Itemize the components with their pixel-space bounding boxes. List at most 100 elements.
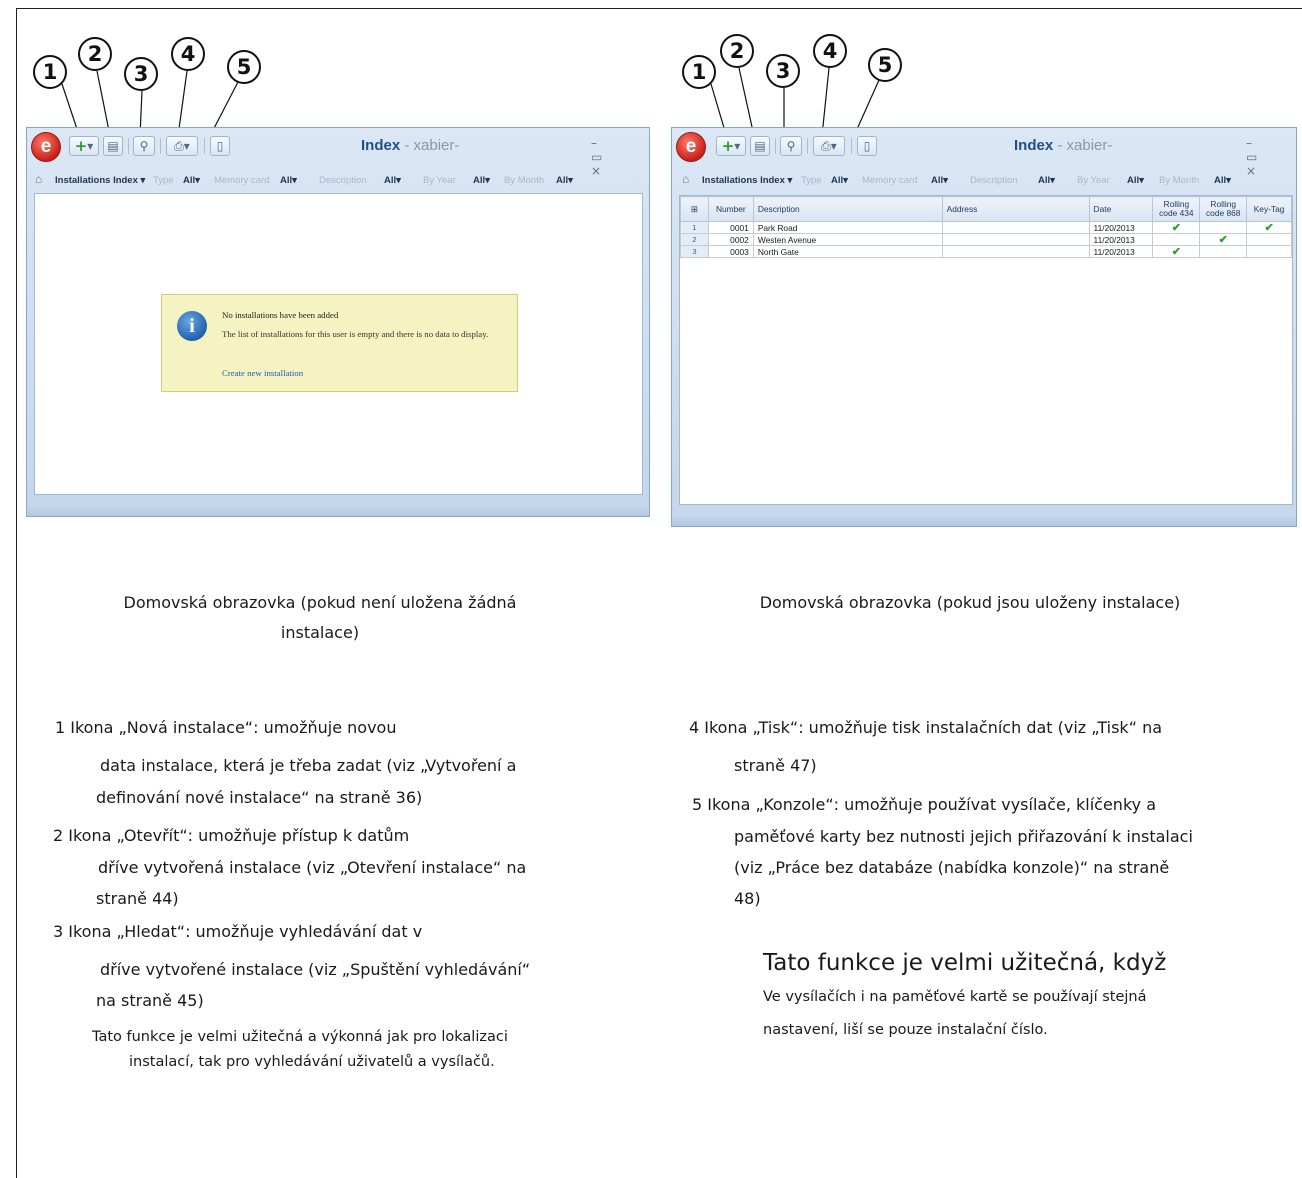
search-button[interactable]: ⚲ — [133, 136, 155, 156]
search-note-line-2: instalací, tak pro vyhledávání uživatelů… — [129, 1054, 495, 1070]
check-icon: ✔ — [1171, 221, 1181, 234]
check-icon: ✔ — [1218, 233, 1228, 246]
filter-by-month-all[interactable]: All▾ — [1214, 175, 1231, 186]
caption-line: Domovská obrazovka (pokud není uložena ž… — [123, 593, 517, 612]
console-note-line-1: Ve vysílačích i na paměťové kartě se pou… — [763, 989, 1147, 1005]
filter-description-label: Description — [970, 175, 1018, 186]
item-2-line-1: 2 Ikona „Otevřít“: umožňuje přístup k da… — [53, 826, 410, 845]
search-button[interactable]: ⚲ — [780, 136, 802, 156]
item-3-line-3: na straně 45) — [96, 991, 204, 1010]
app-window-empty: e + ▾ ▤ ⚲ ⎙ ▾ ▯ Index - xabier- – ▭ × ⌂ In… — [26, 127, 650, 517]
item-1-line-3: definování nové instalace“ na straně 36) — [96, 788, 423, 807]
item-1-line-2: data instalace, která je třeba zadat (vi… — [100, 756, 517, 775]
filter-bar: ⌂ Installations Index ▾ Type All▾ Memory… — [672, 172, 1296, 190]
caption-line: Domovská obrazovka (pokud jsou uloženy i… — [759, 593, 1181, 612]
column-header-key-tag[interactable]: Key-Tag — [1246, 196, 1292, 222]
item-2-line-3: straně 44) — [96, 889, 179, 908]
print-button[interactable]: ⎙ ▾ — [813, 136, 845, 156]
new-installation-button[interactable]: + ▾ — [69, 136, 99, 156]
item-5-line-2: paměťové karty bez nutnosti jejich přiřa… — [734, 827, 1193, 846]
app-logo-icon[interactable]: e — [31, 132, 61, 162]
info-icon: i — [177, 311, 207, 341]
console-icon: ▯ — [863, 139, 871, 153]
key-tag-cell — [1246, 245, 1292, 258]
home-icon[interactable]: ⌂ — [682, 172, 689, 186]
home-icon[interactable]: ⌂ — [35, 172, 42, 186]
rolling-code-434-cell: ✔ — [1152, 245, 1201, 258]
new-installation-button[interactable]: + ▾ — [716, 136, 746, 156]
filter-type-all[interactable]: All▾ — [831, 175, 848, 186]
title-bar: e + ▾ ▤ ⚲ ⎙ ▾ ▯ Index - xabier- – ▭ × — [672, 128, 1296, 178]
callout-2: 2 — [78, 37, 112, 71]
filter-memory-card-all[interactable]: All▾ — [280, 175, 297, 186]
key-tag-cell: ✔ — [1246, 221, 1292, 234]
open-icon: ▤ — [754, 139, 766, 153]
filter-by-year-label: By Year — [423, 175, 456, 186]
filter-memory-card-all[interactable]: All▾ — [931, 175, 948, 186]
toolbar-separator — [128, 138, 129, 154]
filter-description-all[interactable]: All▾ — [1038, 175, 1055, 186]
app-window-installations: e + ▾ ▤ ⚲ ⎙ ▾ ▯ Index - xabier- – ▭ × ⌂ In… — [671, 127, 1297, 527]
empty-state-notice: i No installations have been added The l… — [161, 294, 518, 392]
rolling-code-434-cell — [1152, 233, 1201, 246]
description-cell: Park Road — [752, 221, 943, 234]
open-button[interactable]: ▤ — [103, 136, 123, 156]
callout-1: 1 — [33, 55, 67, 89]
table-row[interactable]: 2 0002 Westen Avenue 11/20/2013 ✔ — [680, 233, 1292, 246]
create-installation-link[interactable]: Create new installation — [222, 368, 303, 378]
status-bar — [672, 514, 1296, 526]
window-title: Index - xabier- — [361, 137, 460, 154]
column-header-date[interactable]: Date — [1088, 196, 1154, 222]
table-row[interactable]: 3 0003 North Gate 11/20/2013 ✔ — [680, 245, 1292, 258]
content-area: ⊞ Number Description Address Date Rollin… — [679, 195, 1293, 505]
filter-memory-card-label: Memory card — [214, 175, 270, 186]
number-cell: 0001 — [707, 221, 754, 234]
rolling-code-434-cell: ✔ — [1152, 221, 1201, 234]
column-header-rolling-code-434[interactable]: Rolling code 434 — [1152, 196, 1201, 222]
item-1-line-1: 1 Ikona „Nová instalace“: umožňuje novou — [55, 718, 397, 737]
console-button[interactable]: ▯ — [857, 136, 877, 156]
number-cell: 0003 — [707, 245, 754, 258]
date-cell: 11/20/2013 — [1088, 245, 1154, 258]
check-icon: ✔ — [1171, 245, 1181, 258]
print-button[interactable]: ⎙ ▾ — [166, 136, 198, 156]
filter-by-month-label: By Month — [1159, 175, 1200, 186]
filter-by-month-label: By Month — [504, 175, 545, 186]
filter-type-label: Type — [153, 175, 174, 186]
filter-by-month-all[interactable]: All▾ — [556, 175, 573, 186]
app-logo-icon[interactable]: e — [676, 132, 706, 162]
filter-description-all[interactable]: All▾ — [384, 175, 401, 186]
open-button[interactable]: ▤ — [750, 136, 770, 156]
console-heading: Tato funkce je velmi užitečná, když — [763, 950, 1167, 976]
item-4-line-2: straně 47) — [734, 756, 817, 775]
console-icon: ▯ — [216, 139, 224, 153]
item-5-line-1: 5 Ikona „Konzole“: umožňuje používat vys… — [692, 795, 1156, 814]
print-icon: ⎙ — [821, 138, 831, 153]
installations-index-dropdown[interactable]: Installations Index ▾ — [702, 175, 792, 186]
column-selector-icon[interactable]: ⊞ — [680, 196, 709, 222]
row-index: 3 — [680, 245, 709, 258]
notice-title: No installations have been added — [222, 310, 339, 320]
filter-by-year-all[interactable]: All▾ — [473, 175, 490, 186]
caption-empty-state: Domovská obrazovka (pokud není uložena ž… — [60, 588, 580, 648]
callout-2: 2 — [720, 34, 754, 68]
new-installation-icon: + — [74, 137, 88, 155]
status-bar — [27, 504, 649, 516]
column-header-description[interactable]: Description — [752, 196, 943, 222]
column-header-address[interactable]: Address — [941, 196, 1090, 222]
item-3-line-2: dříve vytvořené instalace (viz „Spuštění… — [100, 960, 531, 979]
rolling-code-868-cell — [1199, 245, 1248, 258]
console-button[interactable]: ▯ — [210, 136, 230, 156]
filter-by-year-all[interactable]: All▾ — [1127, 175, 1144, 186]
table-row[interactable]: 1 0001 Park Road 11/20/2013 ✔ ✔ — [680, 221, 1292, 234]
column-header-rolling-code-868[interactable]: Rolling code 868 — [1199, 196, 1248, 222]
description-cell: Westen Avenue — [752, 233, 943, 246]
caption-with-installations: Domovská obrazovka (pokud jsou uloženy i… — [690, 588, 1250, 618]
date-cell: 11/20/2013 — [1088, 233, 1154, 246]
notice-body: The list of installations for this user … — [222, 329, 489, 339]
column-header-number[interactable]: Number — [707, 196, 754, 222]
search-note-line-1: Tato funkce je velmi užitečná a výkonná … — [92, 1029, 508, 1045]
installations-index-dropdown[interactable]: Installations Index ▾ — [55, 175, 145, 186]
filter-type-all[interactable]: All▾ — [183, 175, 200, 186]
row-index: 1 — [680, 221, 709, 234]
